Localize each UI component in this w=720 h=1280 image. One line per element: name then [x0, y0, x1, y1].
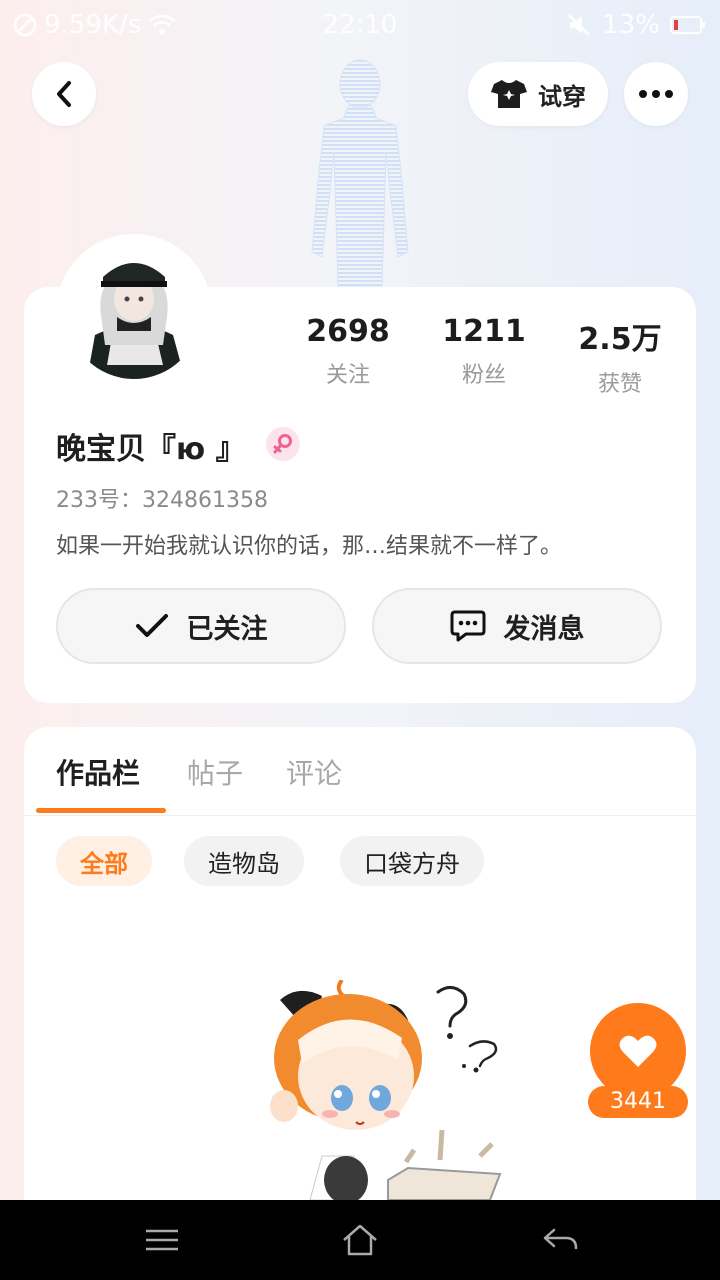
bio: 如果一开始我就认识你的话，那…结果就不一样了。: [56, 534, 563, 559]
status-bar: 9.59K/s 22:10 13%: [0, 0, 720, 52]
heart-icon: [619, 1035, 657, 1067]
like-button[interactable]: [590, 1003, 686, 1099]
likes-count: 2.5万: [578, 322, 662, 357]
menu-icon[interactable]: [142, 1222, 182, 1258]
filter-all[interactable]: 全部: [56, 836, 152, 886]
gender-badge: [266, 427, 300, 461]
fans-count: 1211: [442, 314, 526, 349]
tab-works[interactable]: 作品栏: [56, 752, 140, 792]
avatar[interactable]: [56, 234, 212, 390]
likes-label: 获赞: [597, 372, 642, 397]
try-on-button[interactable]: 试穿: [468, 62, 608, 126]
battery-icon: [670, 16, 705, 34]
chevron-left-icon: [57, 81, 71, 107]
check-icon: [135, 614, 168, 637]
avatar-hologram: [311, 59, 409, 287]
tab-divider: [24, 815, 696, 816]
fans-label: 粉丝: [461, 363, 506, 388]
home-icon[interactable]: [340, 1222, 380, 1258]
stat-likes[interactable]: 2.5万 获赞: [550, 314, 690, 398]
tab-indicator: [36, 808, 166, 813]
back-button[interactable]: [32, 62, 96, 126]
username: 晚宝贝『ю 』: [56, 432, 246, 467]
following-label: 关注: [325, 363, 370, 388]
battery-percent: 13%: [602, 10, 660, 40]
more-button[interactable]: [624, 62, 688, 126]
empty-state-mascot: [270, 980, 502, 1200]
tab-comments[interactable]: 评论: [286, 752, 342, 792]
more-dots-icon: [639, 90, 673, 98]
female-icon: [273, 434, 292, 454]
like-count: 3441: [588, 1086, 688, 1118]
message-button[interactable]: 发消息: [372, 588, 662, 664]
following-count: 2698: [306, 314, 390, 349]
back-nav-icon[interactable]: [540, 1222, 580, 1258]
try-on-label: 试穿: [538, 82, 586, 111]
follow-button[interactable]: 已关注: [56, 588, 346, 664]
message-label: 发消息: [503, 613, 585, 645]
user-id: 233号：324861358: [56, 488, 268, 513]
avatar-image: [67, 245, 201, 379]
chat-bubble-icon: [450, 610, 485, 642]
stat-fans[interactable]: 1211 粉丝: [414, 314, 554, 389]
stat-following[interactable]: 2698 关注: [278, 314, 418, 389]
tab-posts[interactable]: 帖子: [187, 752, 243, 792]
filter-creation-island[interactable]: 造物岛: [184, 836, 304, 886]
follow-label: 已关注: [186, 613, 268, 645]
filter-pocket-ark[interactable]: 口袋方舟: [340, 836, 484, 886]
tshirt-icon: [491, 80, 527, 108]
mute-icon: [568, 14, 591, 36]
